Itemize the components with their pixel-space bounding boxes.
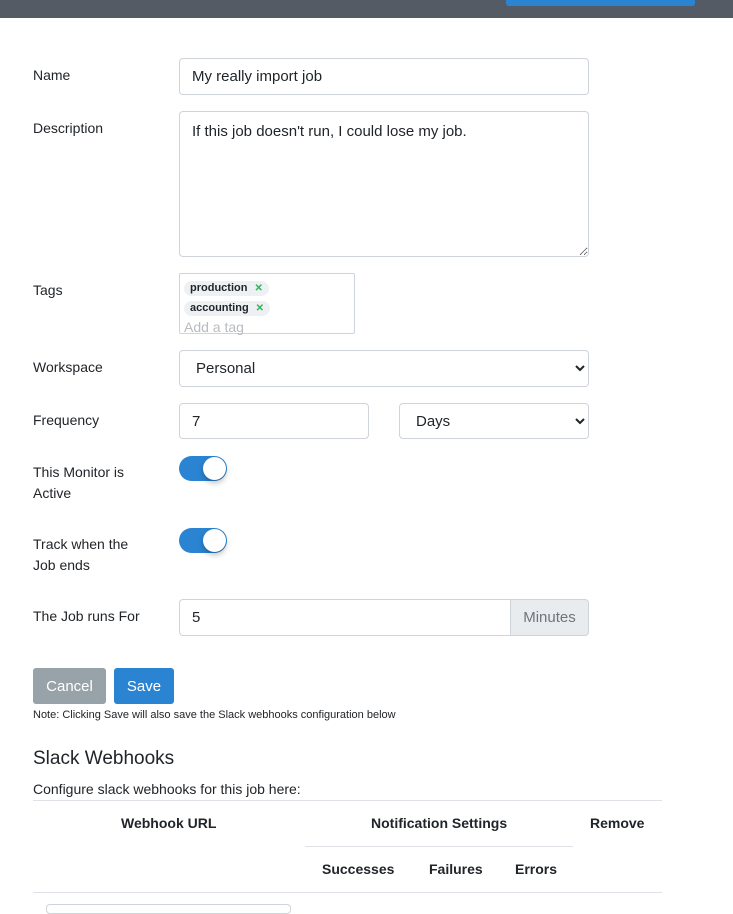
name-input[interactable] xyxy=(179,58,589,95)
tags-input-box[interactable]: production ✕ accounting ✕ xyxy=(179,273,355,335)
col-remove: Remove xyxy=(590,815,645,831)
frequency-input[interactable] xyxy=(179,403,369,439)
col-errors: Errors xyxy=(515,861,558,877)
duration-label: The Job runs For xyxy=(33,608,140,624)
col-notification-settings: Notification Settings xyxy=(371,815,508,831)
top-navbar xyxy=(0,0,733,18)
col-failures: Failures xyxy=(429,861,483,877)
tags-label: Tags xyxy=(33,282,63,298)
toggle-knob xyxy=(203,457,226,480)
frequency-label: Frequency xyxy=(33,412,100,428)
tag-remove-icon[interactable]: ✕ xyxy=(256,302,264,315)
track-end-toggle[interactable] xyxy=(179,528,227,553)
tag-chip: production ✕ xyxy=(184,281,269,296)
duration-unit-addon: Minutes xyxy=(510,599,589,636)
slack-webhooks-title: Slack Webhooks xyxy=(33,748,175,769)
toggle-knob xyxy=(203,529,226,552)
workspace-select[interactable]: Personal xyxy=(179,350,589,387)
tag-chip: accounting ✕ xyxy=(184,301,271,316)
save-button[interactable]: Save xyxy=(114,668,174,704)
table-top-border xyxy=(33,800,662,801)
table-header-bottom-border xyxy=(33,892,662,893)
tag-label: production xyxy=(190,282,248,294)
description-textarea[interactable]: If this job doesn't run, I could lose my… xyxy=(179,111,589,257)
subheader-border xyxy=(305,846,573,847)
active-label: This Monitor is Active xyxy=(33,464,125,501)
slack-webhooks-subtitle: Configure slack webhooks for this job he… xyxy=(33,781,301,797)
track-end-label: Track when the Job ends xyxy=(33,536,129,573)
workspace-label: Workspace xyxy=(33,359,103,375)
navbar-action-button[interactable] xyxy=(506,0,695,6)
tag-label: accounting xyxy=(190,302,249,314)
active-toggle[interactable] xyxy=(179,456,227,481)
col-successes: Successes xyxy=(322,861,395,877)
cancel-button[interactable]: Cancel xyxy=(33,668,106,704)
tag-remove-icon[interactable]: ✕ xyxy=(254,282,262,295)
add-tag-input[interactable] xyxy=(184,319,324,335)
frequency-unit-select[interactable]: Days xyxy=(399,403,589,439)
duration-input[interactable] xyxy=(179,599,511,636)
save-note: Note: Clicking Save will also save the S… xyxy=(33,709,396,721)
description-label: Description xyxy=(33,120,104,136)
col-webhook-url: Webhook URL xyxy=(121,815,217,831)
name-label: Name xyxy=(33,67,71,83)
